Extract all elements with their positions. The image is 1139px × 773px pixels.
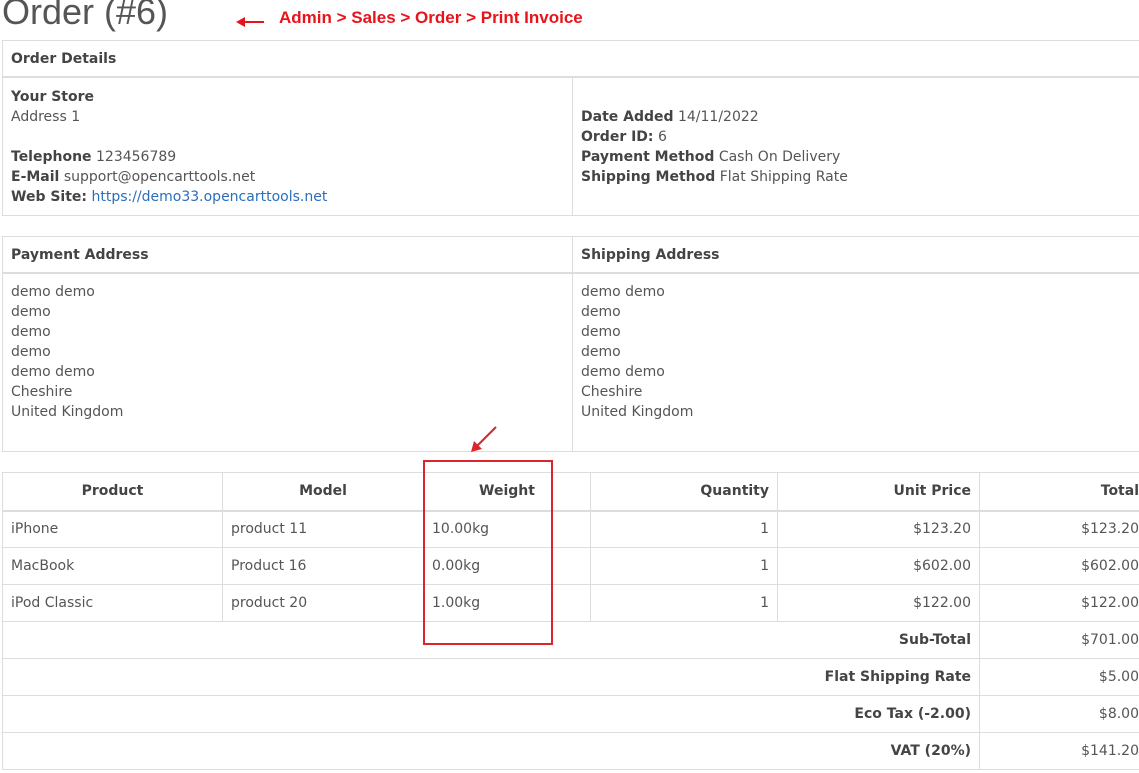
cell-weight: 1.00kg xyxy=(423,584,591,622)
page-title: Order (#6) xyxy=(2,0,169,32)
address-line: demo xyxy=(11,344,51,360)
order-id: Order ID: 6 xyxy=(581,129,667,145)
col-header-unit-price: Unit Price xyxy=(777,472,980,512)
payment-address-heading: Payment Address xyxy=(3,237,572,274)
cell-weight: 0.00kg xyxy=(423,547,591,585)
left-arrow-icon xyxy=(236,17,264,27)
total-label: VAT (20%) xyxy=(2,732,980,770)
table-header-row: Product Model Weight Quantity Unit Price… xyxy=(2,472,1139,512)
address-line: Cheshire xyxy=(11,384,73,400)
address-line: demo xyxy=(11,324,51,340)
cell-product: MacBook xyxy=(2,547,223,585)
address-line: Cheshire xyxy=(581,384,643,400)
shipping-address: Shipping Address demo demo demo demo demo de… xyxy=(572,237,1139,451)
address-line: demo xyxy=(581,344,621,360)
cell-quantity: 1 xyxy=(590,510,778,548)
totals-row: VAT (20%) $141.20 xyxy=(2,732,1139,770)
address-line: United Kingdom xyxy=(11,404,124,420)
col-header-quantity: Quantity xyxy=(590,472,778,512)
col-header-total: Total xyxy=(979,472,1139,512)
cell-model: product 20 xyxy=(222,584,424,622)
payment-method: Payment Method Cash On Delivery xyxy=(581,149,841,165)
cell-quantity: 1 xyxy=(590,584,778,622)
store-website: Web Site: https://demo33.opencarttools.n… xyxy=(11,189,328,205)
address-line: demo xyxy=(11,304,51,320)
address-line: demo demo xyxy=(11,364,95,380)
cell-unit-price: $122.00 xyxy=(777,584,980,622)
col-header-model: Model xyxy=(222,472,424,512)
table-row: MacBook Product 16 0.00kg 1 $602.00 $602.00 xyxy=(2,547,1139,585)
col-header-product: Product xyxy=(2,472,223,512)
store-telephone: Telephone 123456789 xyxy=(11,149,177,165)
products-table: Product Model Weight Quantity Unit Price… xyxy=(2,472,1139,770)
total-label: Eco Tax (-2.00) xyxy=(2,695,980,733)
shipping-address-heading: Shipping Address xyxy=(573,237,1139,274)
store-address: Address 1 xyxy=(11,109,81,125)
order-details-heading: Order Details xyxy=(3,41,1139,78)
payment-address: Payment Address demo demo demo demo demo dem… xyxy=(3,237,572,451)
total-value: $5.00 xyxy=(979,658,1139,696)
cell-product: iPhone xyxy=(2,510,223,548)
col-header-weight: Weight xyxy=(423,472,591,512)
total-value: $8.00 xyxy=(979,695,1139,733)
address-line: demo xyxy=(581,304,621,320)
store-info: Your Store Address 1 Telephone 123456789… xyxy=(3,78,572,215)
cell-total: $122.00 xyxy=(979,584,1139,622)
total-value: $141.20 xyxy=(979,732,1139,770)
address-line: demo demo xyxy=(581,284,665,300)
table-row: iPhone product 11 10.00kg 1 $123.20 $123.20 xyxy=(2,510,1139,548)
cell-product: iPod Classic xyxy=(2,584,223,622)
address-line: demo demo xyxy=(581,364,665,380)
store-email: E-Mail support@opencarttools.net xyxy=(11,169,256,185)
totals-row: Flat Shipping Rate $5.00 xyxy=(2,658,1139,696)
address-panel: Payment Address demo demo demo demo demo dem… xyxy=(2,236,1139,452)
total-label: Sub-Total xyxy=(2,621,980,659)
cell-model: product 11 xyxy=(222,510,424,548)
cell-quantity: 1 xyxy=(590,547,778,585)
cell-total: $123.20 xyxy=(979,510,1139,548)
address-line: United Kingdom xyxy=(581,404,694,420)
cell-unit-price: $123.20 xyxy=(777,510,980,548)
order-details-panel: Order Details Your Store Address 1 Telep… xyxy=(2,40,1139,216)
date-added: Date Added 14/11/2022 xyxy=(581,109,759,125)
cell-unit-price: $602.00 xyxy=(777,547,980,585)
website-link[interactable]: https://demo33.opencarttools.net xyxy=(91,189,327,205)
cell-weight: 10.00kg xyxy=(423,510,591,548)
total-label: Flat Shipping Rate xyxy=(2,658,980,696)
cell-total: $602.00 xyxy=(979,547,1139,585)
table-row: iPod Classic product 20 1.00kg 1 $122.00 $122… xyxy=(2,584,1139,622)
store-name: Your Store xyxy=(11,89,95,105)
annotation-breadcrumb: Admin > Sales > Order > Print Invoice xyxy=(279,8,583,27)
total-value: $701.00 xyxy=(979,621,1139,659)
down-arrow-icon xyxy=(471,426,497,452)
address-line: demo demo xyxy=(11,284,95,300)
order-info: Date Added 14/11/2022 Order ID: 6 Paymen… xyxy=(572,78,1139,215)
shipping-method: Shipping Method Flat Shipping Rate xyxy=(581,169,848,185)
address-line: demo xyxy=(581,324,621,340)
cell-model: Product 16 xyxy=(222,547,424,585)
totals-row: Sub-Total $701.00 xyxy=(2,621,1139,659)
totals-row: Eco Tax (-2.00) $8.00 xyxy=(2,695,1139,733)
